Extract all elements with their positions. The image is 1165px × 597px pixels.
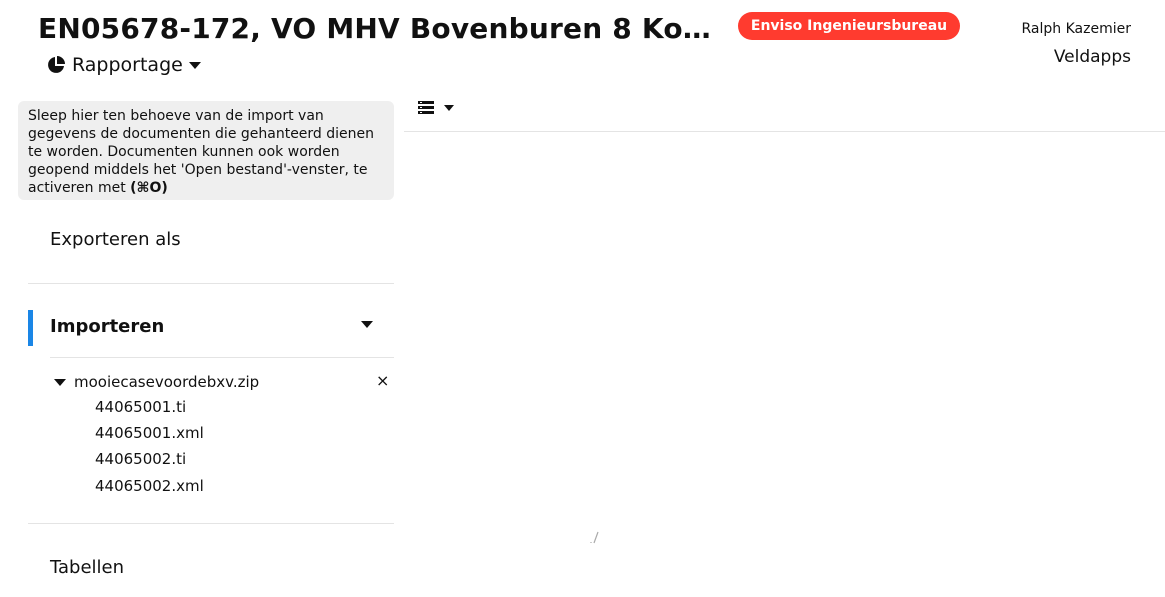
list-view-icon <box>418 101 434 114</box>
collapse-import-icon[interactable] <box>361 321 373 328</box>
drop-zone-hint[interactable]: Sleep hier ten behoeve van de import van… <box>18 101 394 200</box>
expand-caret-icon[interactable] <box>54 378 66 386</box>
app-name: Veldapps <box>1053 47 1131 67</box>
report-menu-button[interactable]: Rapportage <box>46 52 201 78</box>
divider <box>28 523 394 524</box>
view-mode-dropdown[interactable] <box>418 98 454 118</box>
section-import[interactable]: Importeren <box>50 316 164 337</box>
divider <box>50 357 394 358</box>
open-file-shortcut: (⌘O) <box>130 180 168 196</box>
file-item[interactable]: 44065002.xml <box>95 477 204 495</box>
section-tables[interactable]: Tabellen <box>50 557 124 578</box>
chevron-down-icon <box>444 105 454 111</box>
file-item[interactable]: 44065001.xml <box>95 424 204 442</box>
remove-archive-icon[interactable]: × <box>376 371 389 390</box>
active-section-indicator <box>28 310 33 346</box>
archive-tree-item[interactable]: mooiecasevoordebxv.zip <box>54 372 394 392</box>
archive-name: mooiecasevoordebxv.zip <box>74 373 260 391</box>
org-badge[interactable]: Enviso Ingenieursbureau <box>738 12 960 40</box>
file-item[interactable]: 44065002.ti <box>95 450 186 468</box>
section-export-as[interactable]: Exporteren als <box>50 229 181 250</box>
divider <box>28 283 394 284</box>
report-menu-label: Rapportage <box>72 54 183 76</box>
pie-chart-icon <box>48 56 65 73</box>
drop-hint-text: Sleep hier ten behoeve van de import van… <box>28 108 375 196</box>
loading-indicator-icon <box>590 531 599 544</box>
user-name[interactable]: Ralph Kazemier <box>990 21 1131 37</box>
toolbar-divider <box>404 131 1165 132</box>
chevron-down-icon <box>188 61 201 69</box>
page-title: EN05678-172, VO MHV Bovenburen 8 Koudeke… <box>38 12 718 45</box>
file-item[interactable]: 44065001.ti <box>95 398 186 416</box>
